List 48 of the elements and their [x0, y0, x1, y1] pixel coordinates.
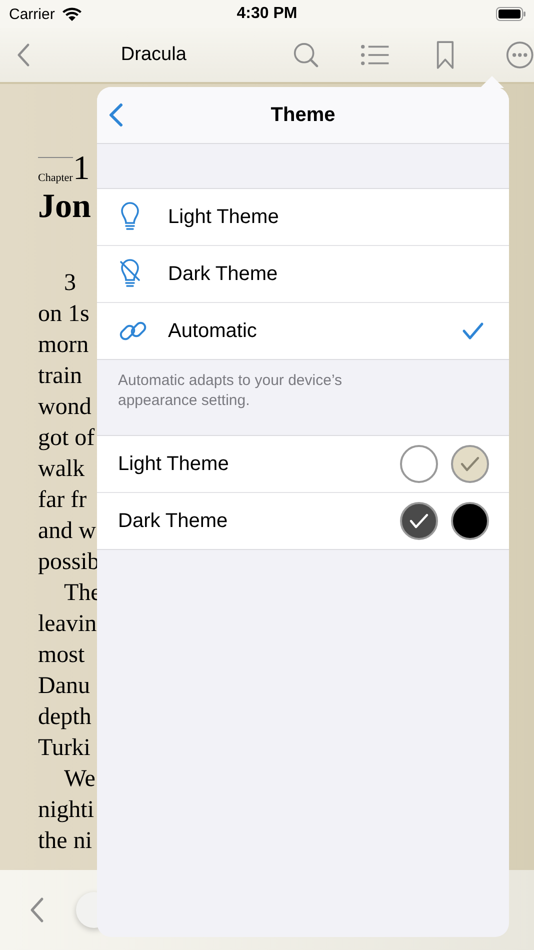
book-text-line: wond [38, 393, 92, 422]
wifi-icon [60, 6, 83, 22]
book-text-line: We [63, 765, 96, 794]
theme-option[interactable]: Automatic [97, 302, 509, 359]
book-text-line: train [38, 362, 82, 391]
lightbulb-off-icon [119, 259, 141, 289]
book-text-line: leavin [38, 610, 97, 639]
book-text-line: the ni [38, 827, 92, 856]
book-text-line: got of [38, 424, 95, 453]
more-icon[interactable] [506, 40, 534, 70]
checkmark-icon [460, 456, 480, 472]
previous-page-icon[interactable] [30, 897, 44, 923]
book-text-line: nighti [38, 796, 94, 825]
book-text-line: morn [38, 331, 89, 360]
theme-label: Dark Theme [118, 510, 228, 532]
book-text-line: depth [38, 703, 92, 732]
book-text-line: walk [38, 455, 85, 484]
book-text-line: on 1s [38, 300, 90, 329]
color-swatch[interactable] [451, 445, 489, 483]
book-text-line: Danu [38, 672, 90, 701]
chapter-heading: Jon [38, 188, 91, 226]
book-text-line: Turki [38, 734, 90, 763]
popover-title: Theme [270, 104, 336, 126]
footnote-text: Automatic adapts to your device’s appearance setting. [117, 371, 344, 411]
lightbulb-icon [119, 202, 141, 232]
back-icon[interactable] [109, 103, 123, 127]
book-text-line: 3 [63, 269, 76, 298]
status-time: 4:30 PM [236, 5, 298, 23]
book-title: Dracula [120, 44, 188, 66]
checkmark-icon [409, 513, 429, 529]
bookmark-icon[interactable] [436, 40, 454, 70]
chapter-number: 1 [72, 154, 90, 184]
theme-label: Light Theme [118, 452, 229, 476]
theme-option[interactable]: Dark Theme [97, 245, 509, 302]
battery-icon [496, 7, 526, 21]
book-text-line: far fr [38, 486, 87, 515]
search-icon[interactable] [293, 41, 320, 69]
book-text-line: possib [38, 548, 100, 577]
color-swatch[interactable] [400, 502, 438, 540]
chapter-label: Chapter [38, 157, 73, 184]
book-text-line: most [38, 641, 85, 670]
carrier-label: Carrier [9, 6, 55, 22]
color-swatch[interactable] [451, 502, 489, 540]
theme-option[interactable]: Light Theme [97, 189, 509, 245]
list-icon[interactable] [361, 43, 389, 67]
back-icon[interactable] [17, 42, 30, 68]
color-swatch[interactable] [400, 445, 438, 483]
book-text-line: and w [38, 517, 96, 546]
